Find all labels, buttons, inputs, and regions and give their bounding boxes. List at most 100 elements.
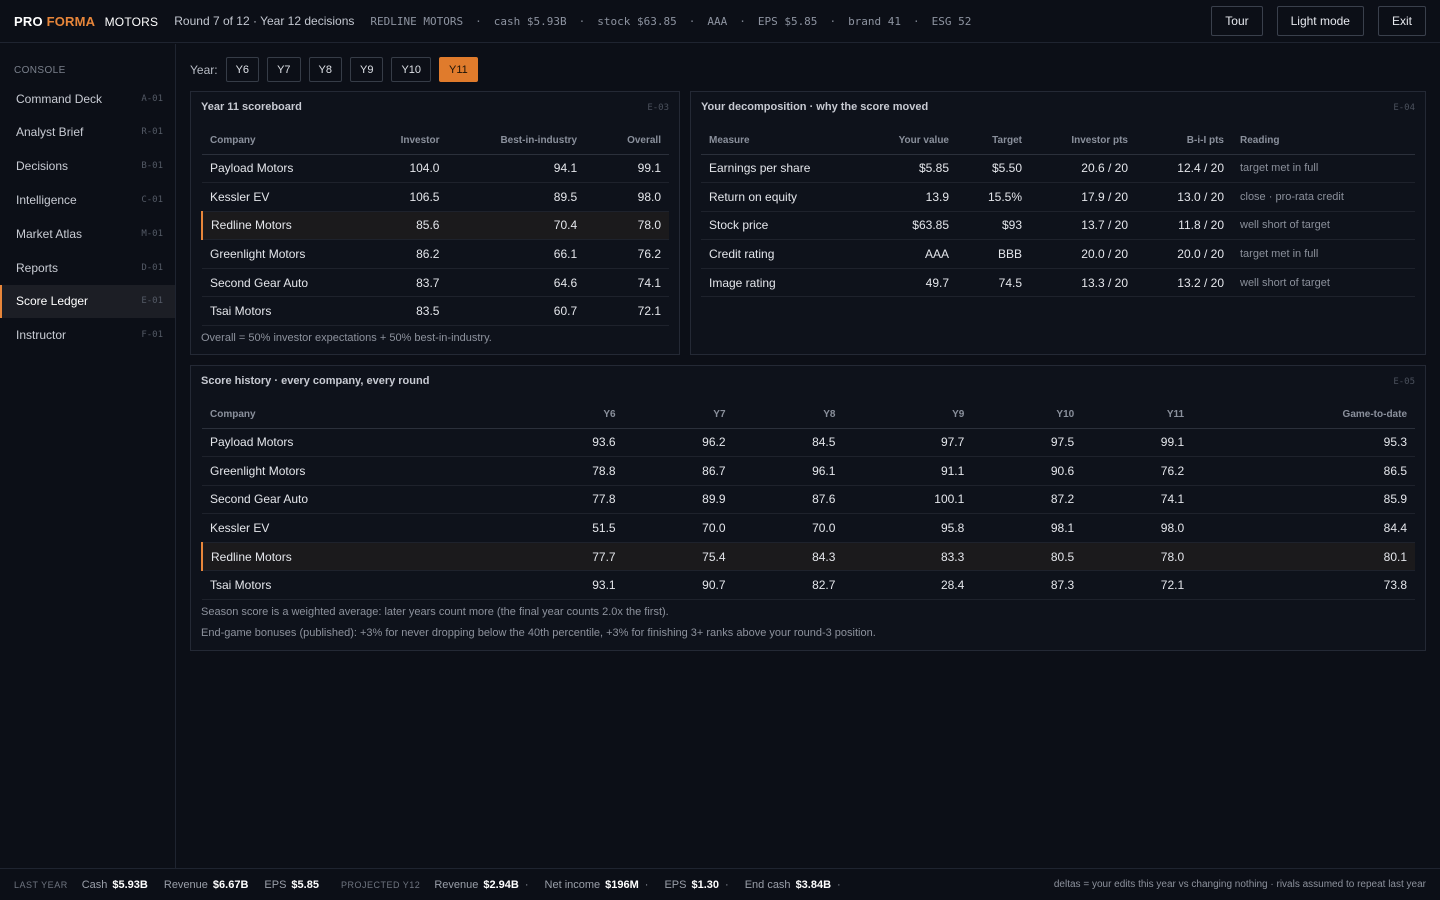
cell-game-to-date: 95.3 [1192,428,1415,458]
column-header-target: Target [957,128,1030,155]
cell-target: 74.5 [957,268,1030,298]
footer-metric-value: $6.67B [212,878,249,891]
row-label: Stock price [701,211,871,241]
table-row: Payload Motors 93.6 96.2 84.5 97.7 97.5 99.1 95… [202,428,1415,458]
year-button-y11[interactable]: Y11 [439,57,478,82]
cell-game-to-date: 86.5 [1192,456,1415,486]
year-button-y9[interactable]: Y9 [350,57,384,82]
footer-last-revenue: Revenue $6.67B [164,879,249,891]
stat-separator: · [688,14,696,28]
sidebar-item-score-ledger[interactable]: Score Ledger E-01 [0,284,175,318]
sidebar-item-market-atlas[interactable]: Market Atlas M-01 [0,217,175,250]
year-button-y7[interactable]: Y7 [267,57,301,82]
column-header-b-i-i-pts: B-i-I pts [1136,128,1232,155]
tour-button[interactable]: Tour [1211,6,1263,36]
decomposition-table: Measure Your value Target Investor pts B-i-I… [701,128,1415,298]
sidebar-item-command-deck[interactable]: Command Deck A-01 [0,82,175,115]
row-label: Redline Motors [201,211,372,241]
table-row: Kessler EV 106.5 89.5 98.0 [202,182,669,212]
column-header-y9: Y9 [843,402,973,429]
table-row: Earnings per share $5.85 $5.50 20.6 / 20 12.… [701,154,1415,184]
exit-button[interactable]: Exit [1377,6,1426,36]
cell-your-value: 49.7 [871,268,957,298]
footer-last-eps: EPS $5.85 [264,879,319,891]
cell-your-value: $63.85 [871,211,957,241]
app-logo: PRO FORMA MOTORS [14,14,158,29]
sidebar-item-code: R-01 [141,127,163,138]
cell-best-in-industry: 66.1 [447,239,586,269]
top-bar: PRO FORMA MOTORS Round 7 of 12 · Year 12… [0,0,1440,43]
column-header-reading: Reading [1232,128,1415,155]
table-row: Greenlight Motors 86.2 66.1 76.2 [202,239,669,269]
cell-y10: 87.3 [972,570,1083,601]
cell-investor-pts: 13.3 / 20 [1030,268,1136,298]
cell-y8: 84.3 [733,542,844,572]
footer-metric-label: EPS [264,878,287,891]
table-row: Redline Motors 85.6 70.4 78.0 [201,211,669,241]
row-label: Redline Motors [201,542,502,572]
stat-aaa: AAA [707,14,728,28]
cell-y8: 87.6 [733,485,844,515]
stat-redline-motors: REDLINE MOTORS [370,14,464,28]
panel-title: Year 11 scoreboard [201,101,302,113]
row-label: Greenlight Motors [202,239,372,269]
footer-metric-label: Revenue [163,878,208,891]
year-button-y6[interactable]: Y6 [225,57,260,82]
sidebar-item-analyst-brief[interactable]: Analyst Brief R-01 [0,116,175,149]
sidebar-item-decisions[interactable]: Decisions B-01 [0,150,175,183]
sidebar-section-label: CONSOLE [14,65,66,76]
sidebar-item-label: Command Deck [16,91,103,106]
sidebar-item-instructor[interactable]: Instructor F-01 [0,319,175,352]
cell-y6: 77.7 [501,542,624,572]
cell-investor: 83.7 [371,268,448,298]
year-selector: Year: Y6 Y7 Y8 Y9 Y10 Y11 [190,57,478,82]
table-row: Greenlight Motors 78.8 86.7 96.1 91.1 90.6 76.… [202,456,1415,486]
cell-y9: 83.3 [843,542,973,572]
year-button-y10[interactable]: Y10 [391,57,432,82]
cell-overall: 72.1 [585,296,669,327]
sidebar-item-reports[interactable]: Reports D-01 [0,251,175,284]
cell-target: $5.50 [957,154,1030,184]
row-label: Earnings per share [701,154,871,184]
sidebar-item-label: Intelligence [16,192,77,207]
cell-b-i-i-pts: 13.2 / 20 [1136,268,1232,298]
cell-best-in-industry: 94.1 [447,154,586,184]
cell-y10: 90.6 [972,456,1083,486]
table-row: Redline Motors 77.7 75.4 84.3 83.3 80.5 78.0 80… [201,542,1415,572]
sidebar-item-intelligence[interactable]: Intelligence C-01 [0,183,175,216]
year-label: Year: [190,62,218,77]
table-row: Kessler EV 51.5 70.0 70.0 95.8 98.1 98.0 84.4 [202,513,1415,543]
sidebar-item-code: A-01 [141,93,163,104]
table-header-row: Company Investor Best-in-industry Overall [202,128,669,155]
light-mode-button[interactable]: Light mode [1276,6,1364,36]
cell-y10: 87.2 [972,485,1083,515]
sidebar-item-code: D-01 [141,262,163,273]
cell-y8: 70.0 [733,513,844,543]
cell-y8: 96.1 [733,456,844,486]
stat-stock-63-85: stock $63.85 [597,14,677,28]
column-header-y8: Y8 [733,402,844,429]
column-header-y7: Y7 [623,402,734,429]
table-row: Image rating 49.7 74.5 13.3 / 20 13.2 / 20 we… [701,268,1415,298]
cell-y7: 75.4 [623,542,734,572]
cell-investor-pts: 20.0 / 20 [1030,239,1136,269]
year-button-y8[interactable]: Y8 [308,57,342,82]
cell-target: BBB [957,239,1030,269]
cell-game-to-date: 80.1 [1192,542,1415,572]
cell-your-value: $5.85 [871,154,957,184]
footer-separator: · [644,878,649,891]
cell-best-in-industry: 64.6 [447,268,586,298]
footer-metric-value: $3.84B [795,878,832,891]
cell-y6: 51.5 [501,513,624,543]
cell-target: 15.5% [957,182,1030,212]
cell-y11: 78.0 [1082,542,1193,572]
projected-label: PROJECTED Y12 [340,879,421,890]
sidebar-item-code: E-01 [141,296,163,307]
last-year-label: LAST YEAR [14,879,68,890]
status-footer: LAST YEAR Cash $5.93B Revenue $6.67B EPS $5.85… [0,868,1440,900]
stat-separator: · [913,14,920,28]
cell-game-to-date: 84.4 [1192,513,1415,543]
column-header-game-to-date: Game-to-date [1192,402,1415,429]
table-row: Stock price $63.85 $93 13.7 / 20 11.8 / 20 we… [701,211,1415,241]
sidebar-item-label: Analyst Brief [16,125,84,140]
